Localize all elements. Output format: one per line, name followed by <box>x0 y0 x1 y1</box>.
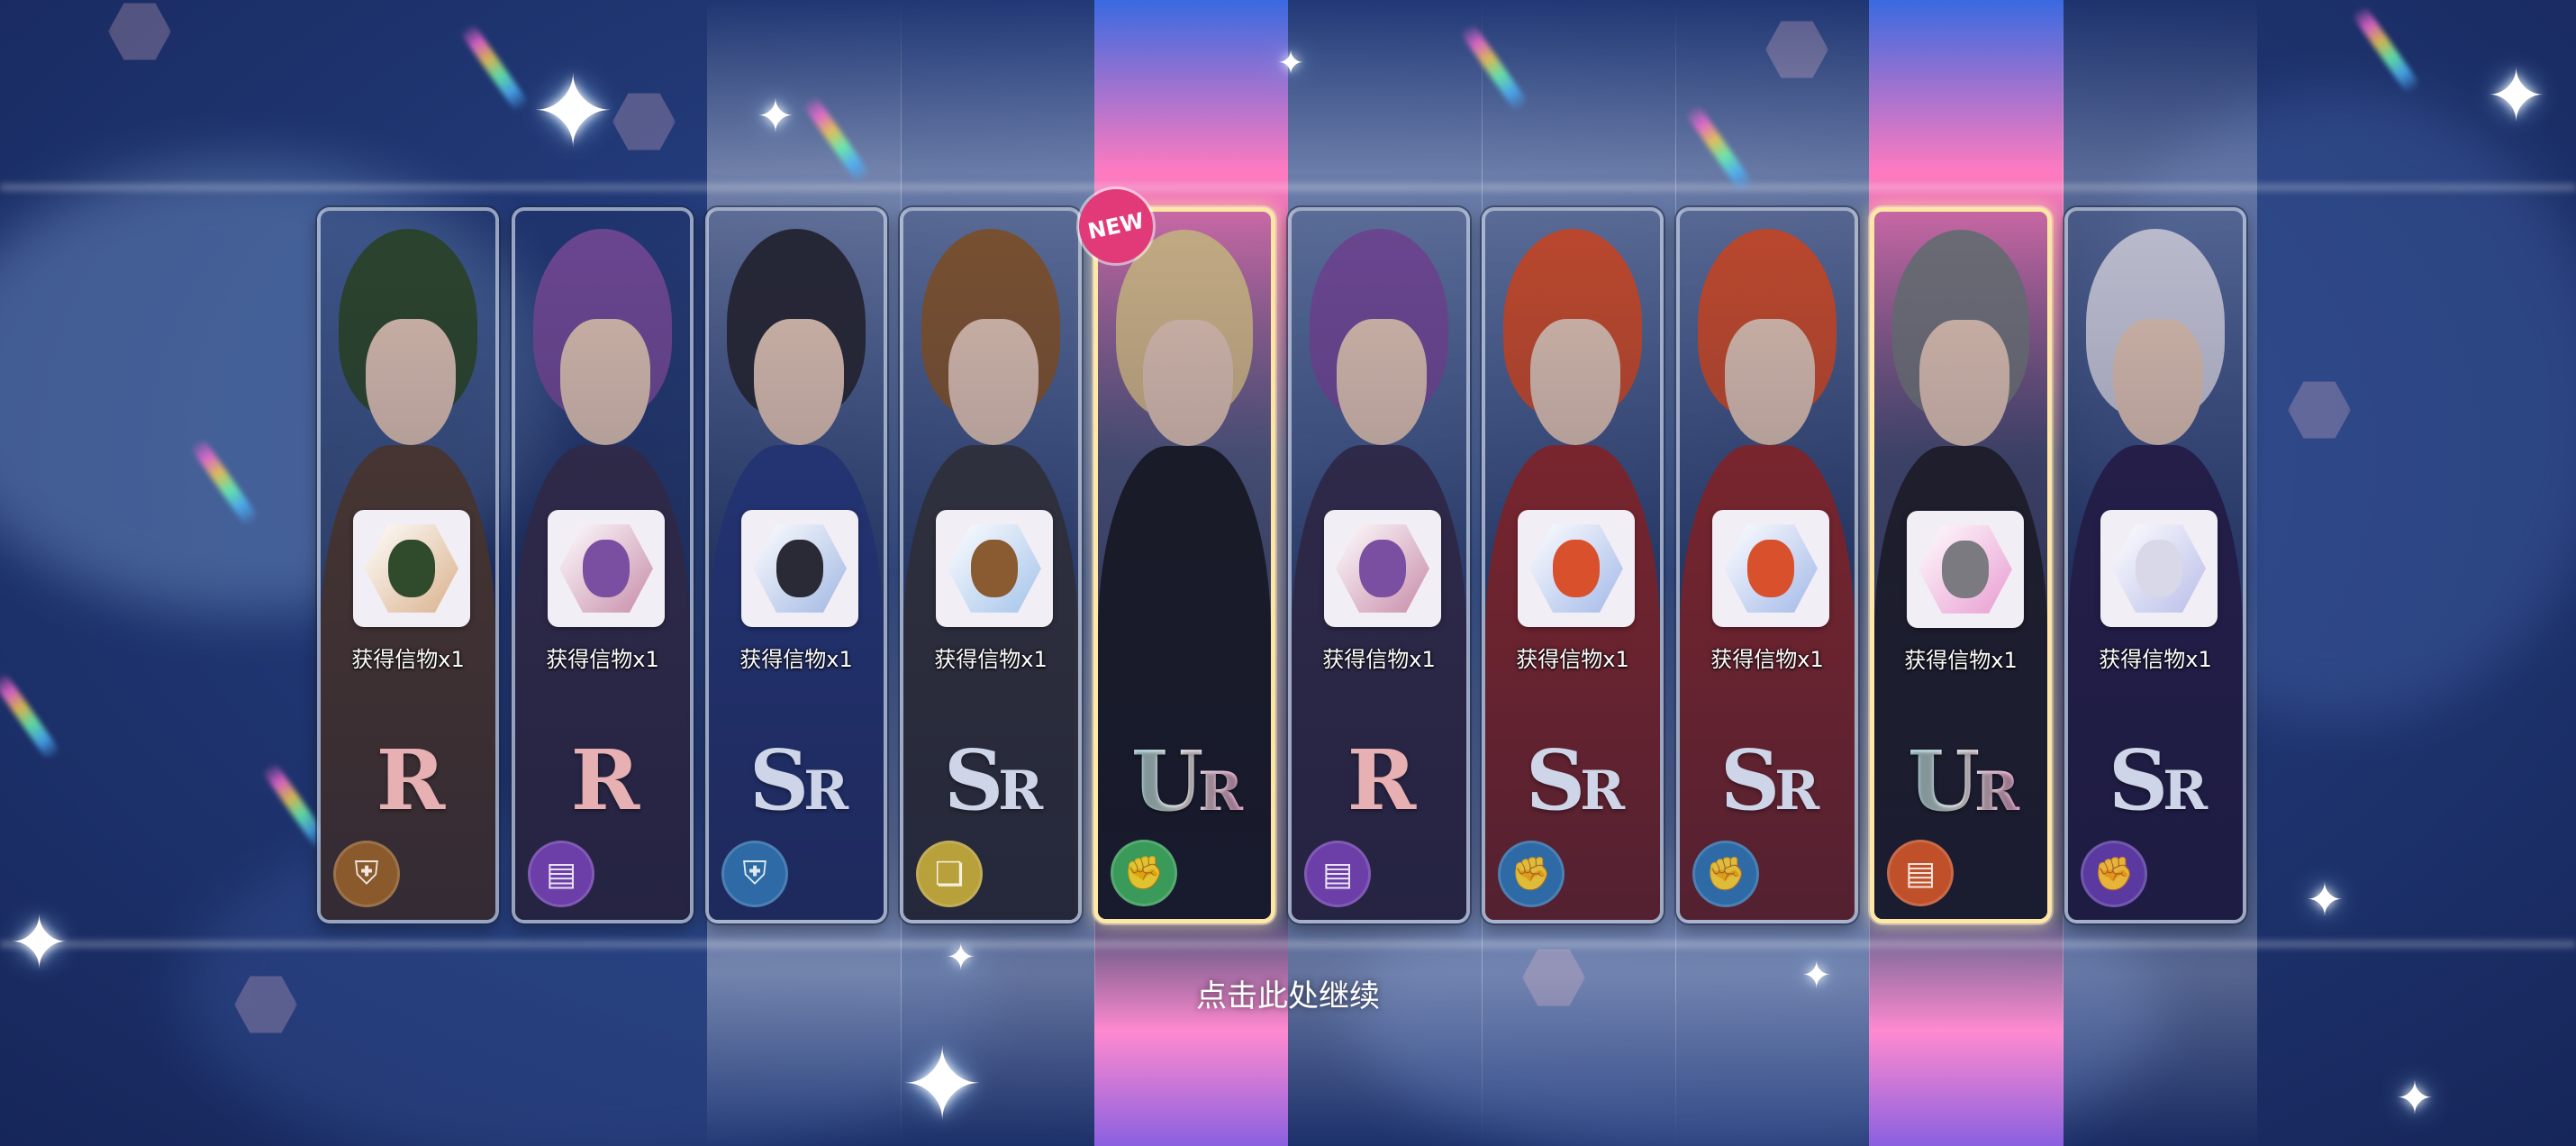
fist-icon: ✊ <box>1692 841 1759 907</box>
token-fragment-icon <box>741 510 858 627</box>
sparkle-icon: ✦ <box>2396 1072 2434 1124</box>
rarity-label: R <box>1347 732 1417 829</box>
sparkle-icon: ✦ <box>757 90 794 142</box>
hexagon-decoration <box>612 93 676 150</box>
character-card[interactable]: 获得信物x1 SR ✊ <box>1676 207 1858 923</box>
token-fragment-icon <box>2100 510 2218 627</box>
rarity-label: SR <box>1525 732 1625 829</box>
token-fragment-icon <box>936 510 1053 627</box>
rainbow-streak <box>0 670 61 762</box>
book-icon: ▤ <box>1304 841 1371 907</box>
character-card[interactable]: 获得信物x1 R ⛨ <box>317 207 499 923</box>
hexagon-decoration <box>108 3 171 60</box>
token-fragment-icon <box>1324 510 1441 627</box>
sparkle-icon: ✦ <box>1277 45 1305 82</box>
rarity-label: UR <box>1098 732 1271 830</box>
fist-icon: ✊ <box>2081 841 2147 907</box>
rarity-label: R <box>570 732 640 829</box>
light-line <box>0 185 2576 190</box>
token-fragment-icon <box>1712 510 1829 627</box>
reward-label: 获得信物x1 <box>546 647 659 672</box>
book-icon: ▤ <box>528 841 594 907</box>
reward-label: 获得信物x1 <box>2099 647 2212 672</box>
shield-icon: ⛨ <box>721 841 788 907</box>
token-fragment-icon <box>1907 511 2024 628</box>
rarity-label: SR <box>748 732 848 829</box>
character-card[interactable]: 获得信物x1 SR ❏ <box>900 207 1082 923</box>
reward-label: 获得信物x1 <box>1710 647 1824 672</box>
token-fragment-icon <box>353 510 470 627</box>
shield-icon: ⛨ <box>333 841 400 907</box>
character-card[interactable]: 获得信物x1 SR ⛨ <box>705 207 887 923</box>
rarity-label: UR <box>1874 732 2047 830</box>
rarity-label: SR <box>943 732 1043 829</box>
character-card[interactable]: 获得信物x1 R ▤ <box>512 207 694 923</box>
character-card[interactable]: 获得信物x1 UR ▤ <box>1870 207 2052 923</box>
sparkle-icon: ✦ <box>2306 874 2344 926</box>
character-card[interactable]: 获得信物x1 SR ✊ <box>1482 207 1664 923</box>
reward-label: 获得信物x1 <box>1322 647 1436 672</box>
character-card[interactable]: 获得信物x1 R ▤ <box>1288 207 1470 923</box>
reward-label: 获得信物x1 <box>1516 647 1629 672</box>
light-line <box>0 941 2576 947</box>
sparkle-icon: ✦ <box>531 54 615 169</box>
fist-icon: ✊ <box>1498 841 1565 907</box>
reward-label: 获得信物x1 <box>934 647 1048 672</box>
character-card[interactable]: UR ✊ <box>1093 207 1275 923</box>
rarity-label: R <box>376 732 446 829</box>
sparkle-icon: ✦ <box>2486 54 2547 138</box>
book-icon: ▤ <box>1887 840 1954 906</box>
rarity-label: SR <box>1719 732 1819 829</box>
token-fragment-icon <box>1518 510 1635 627</box>
sparkle-icon: ✦ <box>901 1027 984 1142</box>
character-card[interactable]: 获得信物x1 SR ✊ <box>2064 207 2246 923</box>
reward-label: 获得信物x1 <box>1904 648 2018 673</box>
reward-label: 获得信物x1 <box>739 647 853 672</box>
fist-icon: ✊ <box>1111 840 1177 906</box>
reward-label: 获得信物x1 <box>351 647 465 672</box>
rainbow-streak <box>2351 4 2421 96</box>
rarity-label: SR <box>2108 732 2208 829</box>
token-fragment-icon <box>548 510 665 627</box>
rainbow-streak <box>459 22 530 114</box>
continue-prompt[interactable]: 点击此处继续 <box>0 971 2576 1015</box>
cards-icon: ❏ <box>916 841 983 907</box>
